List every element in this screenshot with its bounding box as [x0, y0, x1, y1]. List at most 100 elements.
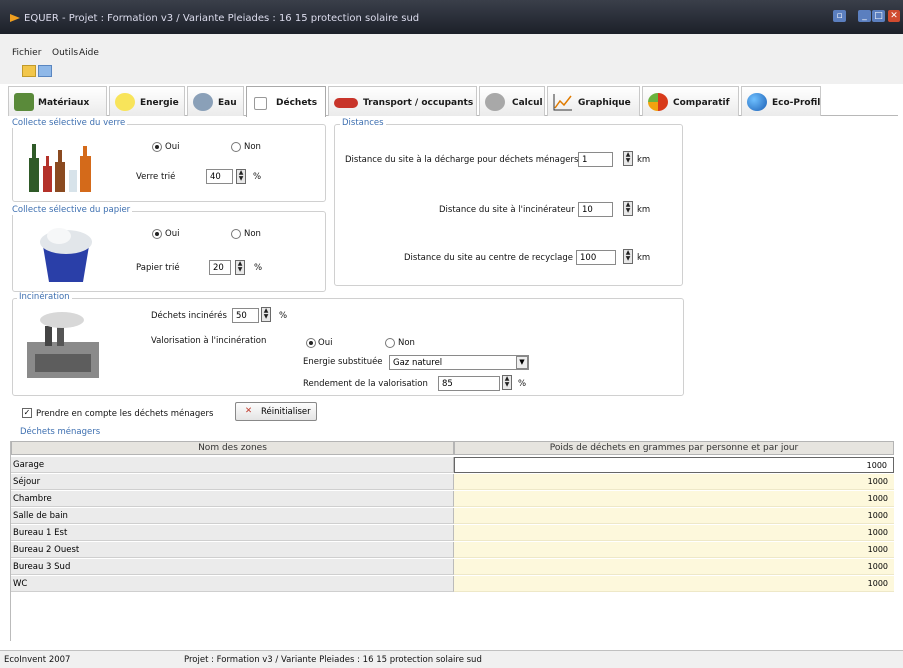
globe-icon [747, 93, 767, 111]
glass-legend: Collecte sélective du verre [10, 118, 128, 128]
menu-file[interactable]: Fichier [12, 48, 41, 58]
table-row[interactable]: Garage 1000 [11, 457, 894, 473]
valorisation-yield-spinner[interactable]: ▲ ▼ [502, 375, 512, 390]
weight-cell[interactable]: 1000 [454, 491, 894, 507]
recycling-unit: km [637, 253, 651, 263]
recycling-distance-input[interactable]: 100 [576, 250, 616, 265]
menu-bar: Fichier Outils Aide [0, 34, 903, 62]
table-row[interactable]: Bureau 3 Sud 1000 [11, 559, 894, 575]
tab-energie[interactable]: Energie [109, 86, 185, 116]
distances-group: Distances Distance du site à la décharge… [334, 118, 683, 286]
chevron-down-icon[interactable]: ▼ [516, 356, 528, 369]
recycling-distance-spinner[interactable]: ▲ ▼ [623, 249, 633, 264]
glass-no-radio[interactable] [231, 142, 241, 152]
burned-waste-label: Déchets incinérés [151, 311, 227, 321]
energy-substituted-select[interactable]: Gaz naturel [389, 355, 529, 370]
paper-sorted-label: Papier trié [136, 263, 180, 273]
window-title: EQUER - Projet : Formation v3 / Variante… [24, 13, 420, 24]
weight-cell[interactable]: 1000 [454, 457, 894, 473]
paper-no-radio[interactable] [231, 229, 241, 239]
incinerator-unit: km [637, 205, 651, 215]
valorisation-yes-label: Oui [318, 338, 333, 348]
landfill-unit: km [637, 155, 651, 165]
zone-cell: Chambre [11, 491, 454, 507]
close-button[interactable]: ✕ [888, 10, 900, 22]
zone-cell: Bureau 3 Sud [11, 559, 454, 575]
glass-sorted-input[interactable]: 40 [206, 169, 233, 184]
burned-waste-input[interactable]: 50 [232, 308, 259, 323]
tab-eco-profil[interactable]: Eco-Profil [741, 86, 821, 116]
tab-materiaux[interactable]: Matériaux [8, 86, 107, 116]
paper-unit: % [254, 263, 263, 273]
glass-collection-group: Collecte sélective du verre Oui Non Verr… [10, 118, 326, 202]
table-row[interactable]: Chambre 1000 [11, 491, 894, 507]
minimize-button[interactable]: _ [858, 10, 871, 22]
household-waste-section-label: Déchets ménagers [20, 427, 101, 437]
paper-legend: Collecte sélective du papier [10, 205, 133, 215]
paper-yes-radio[interactable] [152, 229, 162, 239]
reset-button[interactable]: ✕ Réinitialiser [235, 402, 317, 421]
valorisation-no-radio[interactable] [385, 338, 395, 348]
landfill-distance-input[interactable]: 1 [578, 152, 613, 167]
paper-sorted-input[interactable]: 20 [209, 260, 231, 275]
glass-no-label: Non [244, 142, 261, 152]
valorisation-yield-input[interactable]: 85 [438, 376, 500, 391]
save-icon[interactable] [38, 65, 52, 77]
zone-cell: Bureau 1 Est [11, 525, 454, 541]
burned-waste-spinner[interactable]: ▲ ▼ [261, 307, 271, 322]
glass-yes-radio[interactable] [152, 142, 162, 152]
weight-cell[interactable]: 1000 [454, 508, 894, 524]
car-icon [334, 98, 358, 108]
household-waste-checkbox-label: Prendre en compte les déchets ménagers [36, 409, 214, 419]
weight-cell[interactable]: 1000 [454, 576, 894, 592]
table-row[interactable]: Séjour 1000 [11, 474, 894, 490]
weight-cell[interactable]: 1000 [454, 474, 894, 490]
tab-dechets[interactable]: Déchets [246, 86, 326, 117]
column-header-weight[interactable]: Poids de déchets en grammes par personne… [454, 441, 894, 455]
materials-icon [14, 93, 34, 111]
tab-eau[interactable]: Eau [187, 86, 244, 116]
app-logo-icon [10, 14, 20, 22]
column-header-zone[interactable]: Nom des zones [11, 441, 454, 455]
zone-cell: Salle de bain [11, 508, 454, 524]
household-waste-table: Nom des zones Poids de déchets en gramme… [10, 441, 894, 641]
glass-yes-label: Oui [165, 142, 180, 152]
tab-calcul[interactable]: Calcul [479, 86, 545, 116]
paper-collection-group: Collecte sélective du papier Oui Non Pap… [10, 205, 326, 292]
menu-help[interactable]: Aide [79, 48, 99, 58]
weight-cell[interactable]: 1000 [454, 525, 894, 541]
glass-sorted-spinner[interactable]: ▲ ▼ [236, 169, 246, 184]
table-row[interactable]: Salle de bain 1000 [11, 508, 894, 524]
restore-window-button[interactable]: ▫ [833, 10, 846, 22]
valorisation-yes-radio[interactable] [306, 338, 316, 348]
tab-graphique[interactable]: Graphique [547, 86, 640, 116]
maximize-button[interactable]: □ [872, 10, 885, 22]
table-row[interactable]: Bureau 1 Est 1000 [11, 525, 894, 541]
landfill-distance-label: Distance du site à la décharge pour déch… [345, 155, 579, 165]
paper-yes-label: Oui [165, 229, 180, 239]
status-database: EcoInvent 2007 [4, 655, 71, 665]
table-row[interactable]: WC 1000 [11, 576, 894, 592]
table-row[interactable]: Bureau 2 Ouest 1000 [11, 542, 894, 558]
paper-sorted-spinner[interactable]: ▲ ▼ [235, 260, 245, 275]
tab-transport[interactable]: Transport / occupants [328, 86, 477, 116]
landfill-distance-spinner[interactable]: ▲ ▼ [623, 151, 633, 166]
incinerator-distance-spinner[interactable]: ▲ ▼ [623, 201, 633, 216]
zone-cell: Garage [11, 457, 454, 473]
incineration-legend: Incinération [17, 292, 72, 302]
weight-cell[interactable]: 1000 [454, 559, 894, 575]
household-waste-checkbox[interactable]: ✓ [22, 408, 32, 418]
tab-comparatif[interactable]: Comparatif [642, 86, 739, 116]
valorisation-no-label: Non [398, 338, 415, 348]
status-project: Projet : Formation v3 / Variante Pleiade… [184, 655, 482, 665]
weight-cell[interactable]: 1000 [454, 542, 894, 558]
lightbulb-icon [115, 93, 135, 111]
gears-icon [485, 93, 505, 111]
recycling-distance-label: Distance du site au centre de recyclage [404, 253, 574, 263]
title-bar: EQUER - Projet : Formation v3 / Variante… [0, 0, 903, 34]
valorisation-yield-unit: % [518, 379, 527, 389]
menu-tools[interactable]: Outils [52, 48, 78, 58]
incinerator-distance-input[interactable]: 10 [578, 202, 613, 217]
zone-cell: WC [11, 576, 454, 592]
open-folder-icon[interactable] [22, 65, 36, 77]
